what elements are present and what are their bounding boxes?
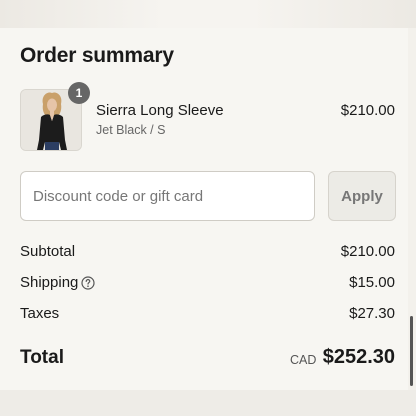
- product-name: Sierra Long Sleeve: [96, 102, 224, 119]
- taxes-value: $27.30: [349, 305, 395, 322]
- top-band: [0, 0, 416, 28]
- order-summary-title: Order summary: [20, 44, 174, 67]
- product-price: $210.00: [340, 102, 395, 119]
- help-circle-icon[interactable]: [81, 276, 95, 290]
- shipping-label: Shipping: [20, 274, 79, 291]
- subtotal-value: $210.00: [340, 243, 395, 260]
- currency-code: CAD: [290, 353, 317, 367]
- bottom-band: [0, 390, 416, 416]
- subtotal-label: Subtotal: [20, 243, 76, 260]
- quantity-badge: 1: [68, 82, 90, 104]
- total-value: $252.30: [322, 346, 395, 368]
- shipping-value: $15.00: [349, 274, 395, 291]
- scrollbar-thumb[interactable]: [410, 316, 413, 386]
- apply-discount-button[interactable]: Apply: [328, 171, 396, 221]
- total-label: Total: [20, 347, 64, 368]
- discount-code-input[interactable]: [20, 171, 315, 221]
- taxes-label: Taxes: [20, 305, 60, 322]
- product-variant: Jet Black / S: [96, 123, 166, 137]
